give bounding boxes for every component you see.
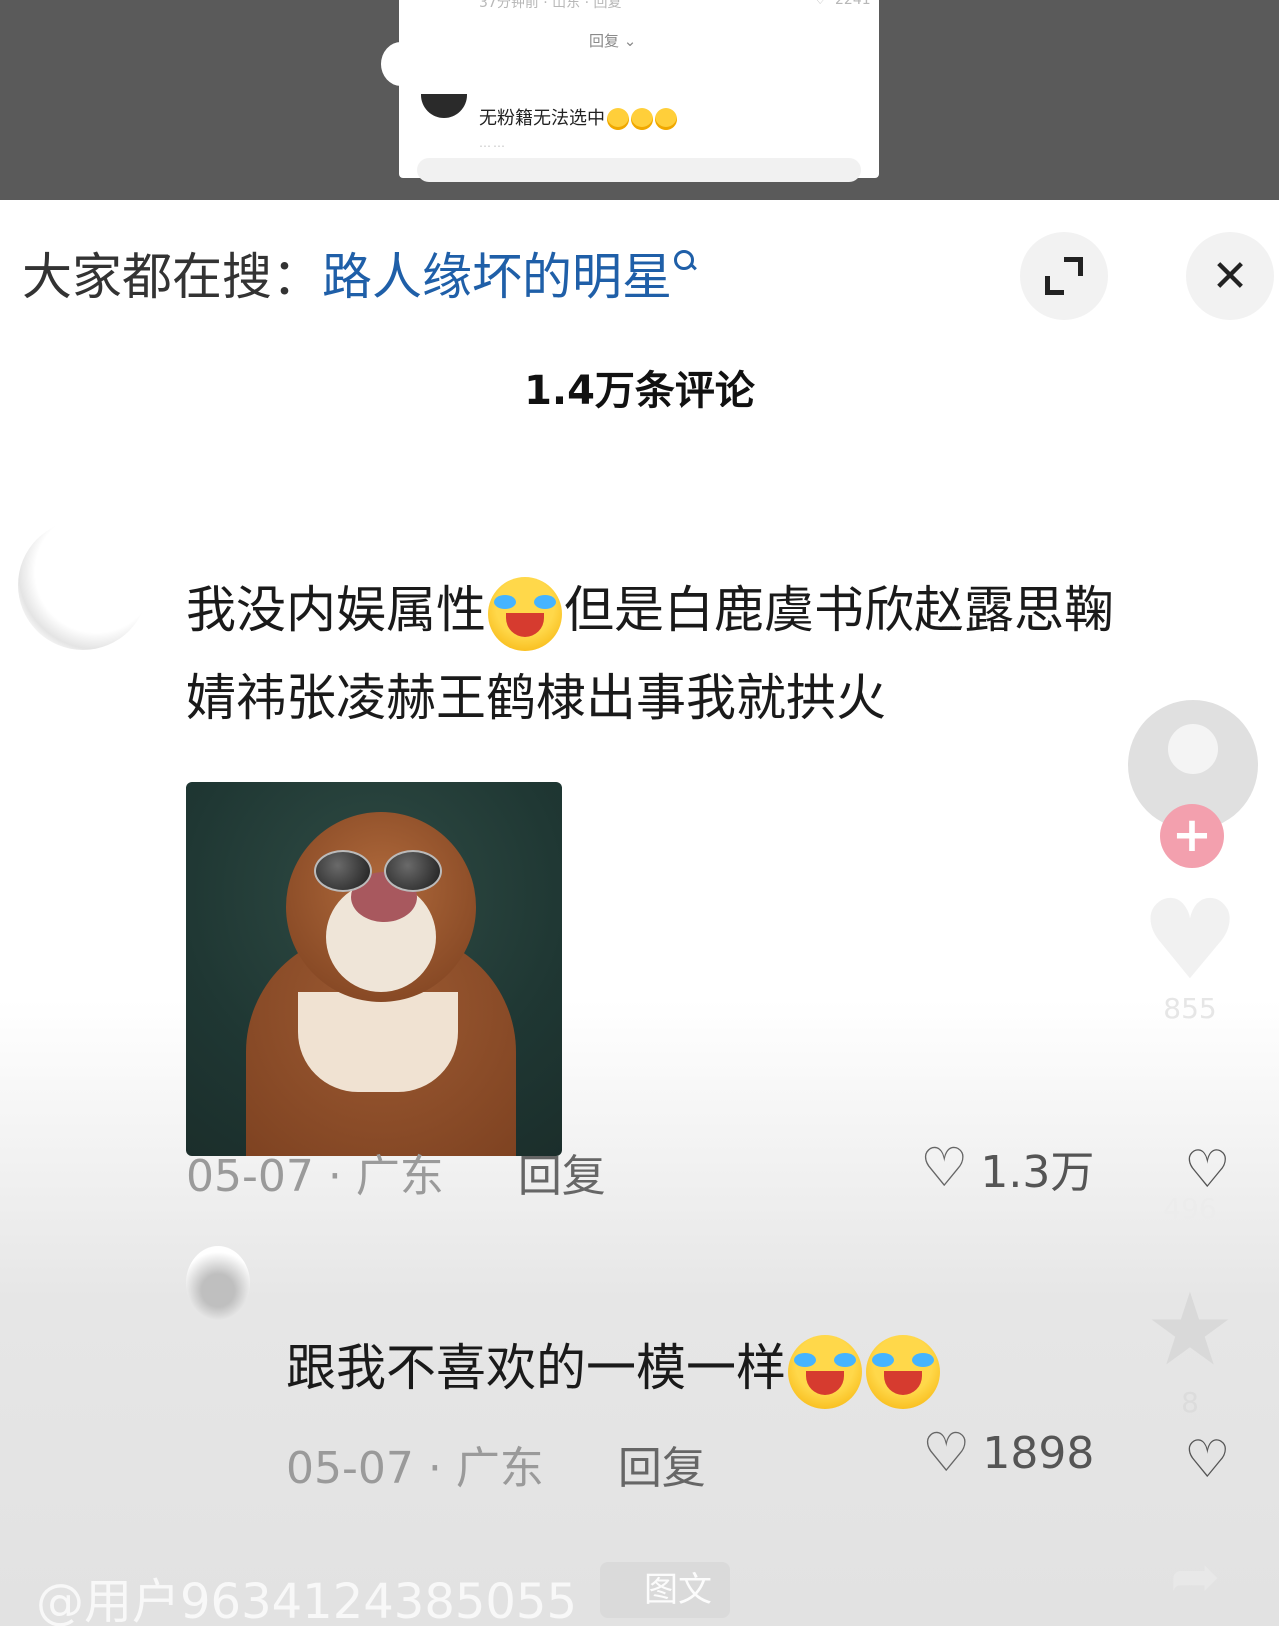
close-button[interactable]: ✕ — [1186, 232, 1274, 320]
mini-meta-text: 37分钟前 · 山东 · 回复 — [479, 0, 622, 11]
like-button[interactable]: ♡ 1898 — [922, 1426, 1094, 1480]
close-icon: ✕ — [1211, 250, 1249, 302]
mini-meta-row: 37分钟前 · 山东 · 回复 ♡ 2241 — [479, 0, 871, 12]
follow-plus-icon[interactable]: + — [1160, 804, 1224, 868]
like-button[interactable]: ♡ 1.3万 — [920, 1136, 1094, 1200]
pleading-emoji-icon — [655, 108, 677, 130]
like-video-icon[interactable]: ♥ — [1138, 885, 1242, 995]
comments-panel: 大家都在搜：路人缘坏的明星 ✕ 1.4万条评论 我没内娱属性 但是白鹿虞书欣赵露思… — [0, 200, 1279, 1626]
comment-date-location: 05-07 · 广东 — [186, 1151, 444, 1202]
chevron-down-icon: ⌄ — [623, 32, 637, 50]
mini-expand-label: 回复 — [589, 32, 620, 50]
mini-like-count: 2241 — [835, 0, 871, 8]
comment-meta: 05-07 · 广东 回复 — [286, 1432, 706, 1496]
mini-expand-replies[interactable]: 回复 ⌄ — [589, 30, 636, 51]
comment-text-body: 跟我不喜欢的一模一样 — [286, 1339, 786, 1397]
laugh-cry-emoji-icon — [788, 1334, 862, 1409]
comment-text-part: 但是白鹿虞书欣赵露思鞠 — [564, 581, 1114, 639]
laugh-cry-emoji-icon — [866, 1334, 940, 1409]
mini-reply-text: 无粉籍无法选中 — [479, 104, 677, 130]
reply-button[interactable]: 回复 — [518, 1151, 606, 1202]
image-text-tag: 图文 — [600, 1562, 730, 1618]
previous-comment-card: 37分钟前 · 山东 · 回复 ♡ 2241 回复 ⌄ 无粉籍无法选中 …… — [381, 0, 879, 182]
dislike-icon[interactable]: ♡ — [1184, 1434, 1231, 1486]
star-icon[interactable]: ★ — [1140, 1280, 1240, 1380]
mini-bubble — [381, 42, 421, 86]
comment-date-location: 05-07 · 广东 — [286, 1443, 544, 1494]
comment-text-part: 我没内娱属性 — [186, 581, 486, 639]
mini-avatar — [421, 94, 467, 118]
bear-chest — [298, 992, 458, 1092]
avatar[interactable] — [18, 520, 148, 650]
mini-reply-meta: …… — [479, 136, 507, 150]
video-comment-count: 496 — [1163, 1192, 1217, 1225]
comment-image[interactable] — [186, 782, 562, 1156]
heart-icon: ♡ — [920, 1136, 969, 1199]
share-icon[interactable]: ➦ — [1170, 1542, 1220, 1612]
sunglasses — [314, 850, 444, 892]
mini-reply-text-body: 无粉籍无法选中 — [479, 108, 605, 129]
laugh-cry-emoji-icon — [488, 576, 562, 651]
expand-icon — [1045, 257, 1083, 295]
mini-input-bar[interactable] — [417, 158, 861, 182]
comment-line-2: 婧祎张凌赫王鹤棣出事我就拱火 — [186, 669, 886, 727]
previous-screen-strip: 37分钟前 · 山东 · 回复 ♡ 2241 回复 ⌄ 无粉籍无法选中 …… — [0, 0, 1279, 200]
search-icon — [672, 248, 698, 280]
expand-button[interactable] — [1020, 232, 1108, 320]
pleading-emoji-icon — [607, 108, 629, 130]
reply-button[interactable]: 回复 — [618, 1443, 706, 1494]
video-star-count: 8 — [1181, 1386, 1199, 1419]
like-count: 1.3万 — [980, 1147, 1095, 1198]
search-term-link[interactable]: 路人缘坏的明星 — [322, 248, 672, 306]
comment-text: 跟我不喜欢的一模一样 — [286, 1324, 1086, 1412]
video-like-count: 855 — [1163, 992, 1217, 1025]
comment-line-1: 我没内娱属性 但是白鹿虞书欣赵露思鞠 — [186, 566, 1206, 654]
user-watermark: @用户9634124385055 — [36, 1574, 578, 1626]
search-prefix: 大家都在搜： — [22, 248, 322, 306]
heart-icon: ♡ — [922, 1421, 971, 1484]
mini-heart-icon: ♡ — [814, 0, 827, 8]
dislike-icon[interactable]: ♡ — [1184, 1144, 1231, 1196]
avatar[interactable] — [186, 1246, 250, 1320]
pleading-emoji-icon — [631, 108, 653, 130]
comment-text: 我没内娱属性 但是白鹿虞书欣赵露思鞠 婧祎张凌赫王鹤棣出事我就拱火 — [186, 566, 1206, 742]
comment-count-title: 1.4万条评论 — [524, 368, 755, 414]
comment-meta: 05-07 · 广东 回复 — [186, 1140, 606, 1204]
search-suggestion[interactable]: 大家都在搜：路人缘坏的明星 — [22, 242, 698, 312]
like-count: 1898 — [982, 1427, 1095, 1479]
